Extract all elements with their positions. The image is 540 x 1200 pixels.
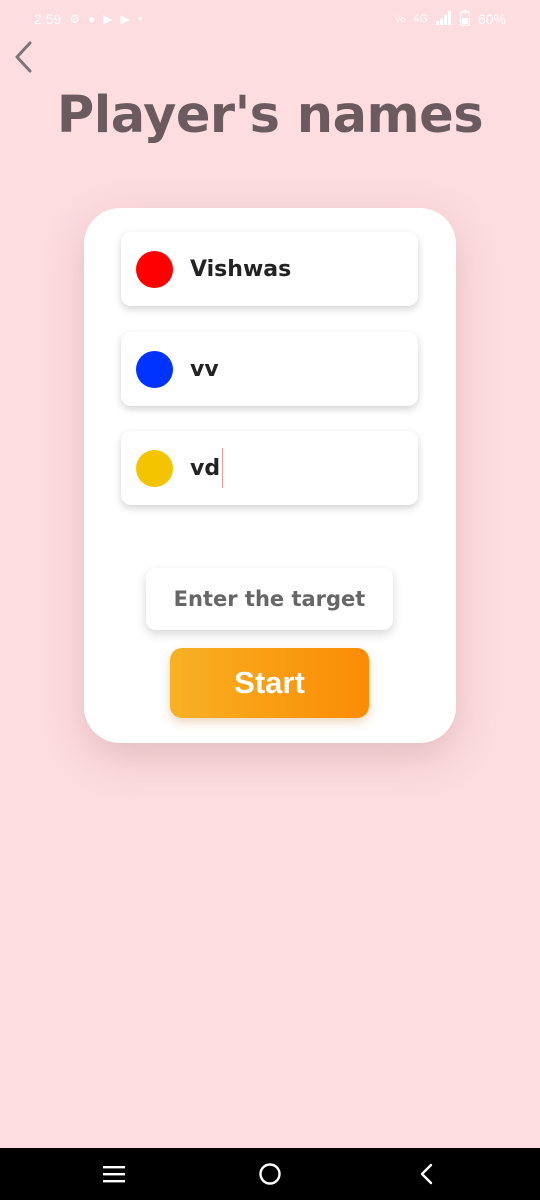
start-button[interactable]: Start xyxy=(170,648,369,718)
player-name-input[interactable]: vd xyxy=(190,448,224,488)
recent-apps-button[interactable] xyxy=(84,1148,144,1200)
signal-icon xyxy=(435,11,452,27)
player-color-dot xyxy=(136,449,173,487)
navigation-bar xyxy=(0,1148,540,1200)
page-title: Player's names xyxy=(56,86,484,145)
player-name-input[interactable]: Vishwas xyxy=(190,257,291,282)
player-name-input[interactable]: vv xyxy=(190,357,219,382)
text-cursor xyxy=(222,448,224,488)
player-color-dot xyxy=(136,250,173,288)
settings-icon: ⚙ xyxy=(69,12,81,26)
chevron-left-icon xyxy=(420,1163,433,1185)
player-color-dot xyxy=(136,350,173,388)
player-name-text: vd xyxy=(190,455,221,481)
player-row[interactable]: Vishwas xyxy=(121,232,418,306)
chevron-left-icon xyxy=(15,41,32,73)
back-button[interactable] xyxy=(8,38,38,76)
menu-lines-icon xyxy=(103,1166,125,1183)
players-card: Vishwas vv vd Enter the target Start xyxy=(84,208,456,743)
battery-icon xyxy=(459,10,471,28)
location-icon: ● xyxy=(88,12,96,26)
youtube-icon: ▶ xyxy=(103,12,113,26)
target-input[interactable]: Enter the target xyxy=(146,568,393,630)
network-label: 4G xyxy=(413,13,428,25)
youtube-icon: ▶ xyxy=(120,12,130,26)
home-button[interactable] xyxy=(240,1148,300,1200)
nav-back-button[interactable] xyxy=(396,1148,456,1200)
status-bar: 2:59 ⚙ ● ▶ ▶ ● Vo 4G 60% xyxy=(0,0,540,38)
player-row[interactable]: vv xyxy=(121,332,418,406)
circle-home-icon xyxy=(259,1163,281,1185)
volte-icon: Vo xyxy=(394,13,406,24)
dot-icon: ● xyxy=(137,14,143,23)
status-left: 2:59 ⚙ ● ▶ ▶ ● xyxy=(34,11,143,27)
status-right: Vo 4G 60% xyxy=(395,10,506,28)
status-time: 2:59 xyxy=(34,11,62,27)
battery-percent: 60% xyxy=(477,11,506,27)
player-row[interactable]: vd xyxy=(121,431,418,505)
